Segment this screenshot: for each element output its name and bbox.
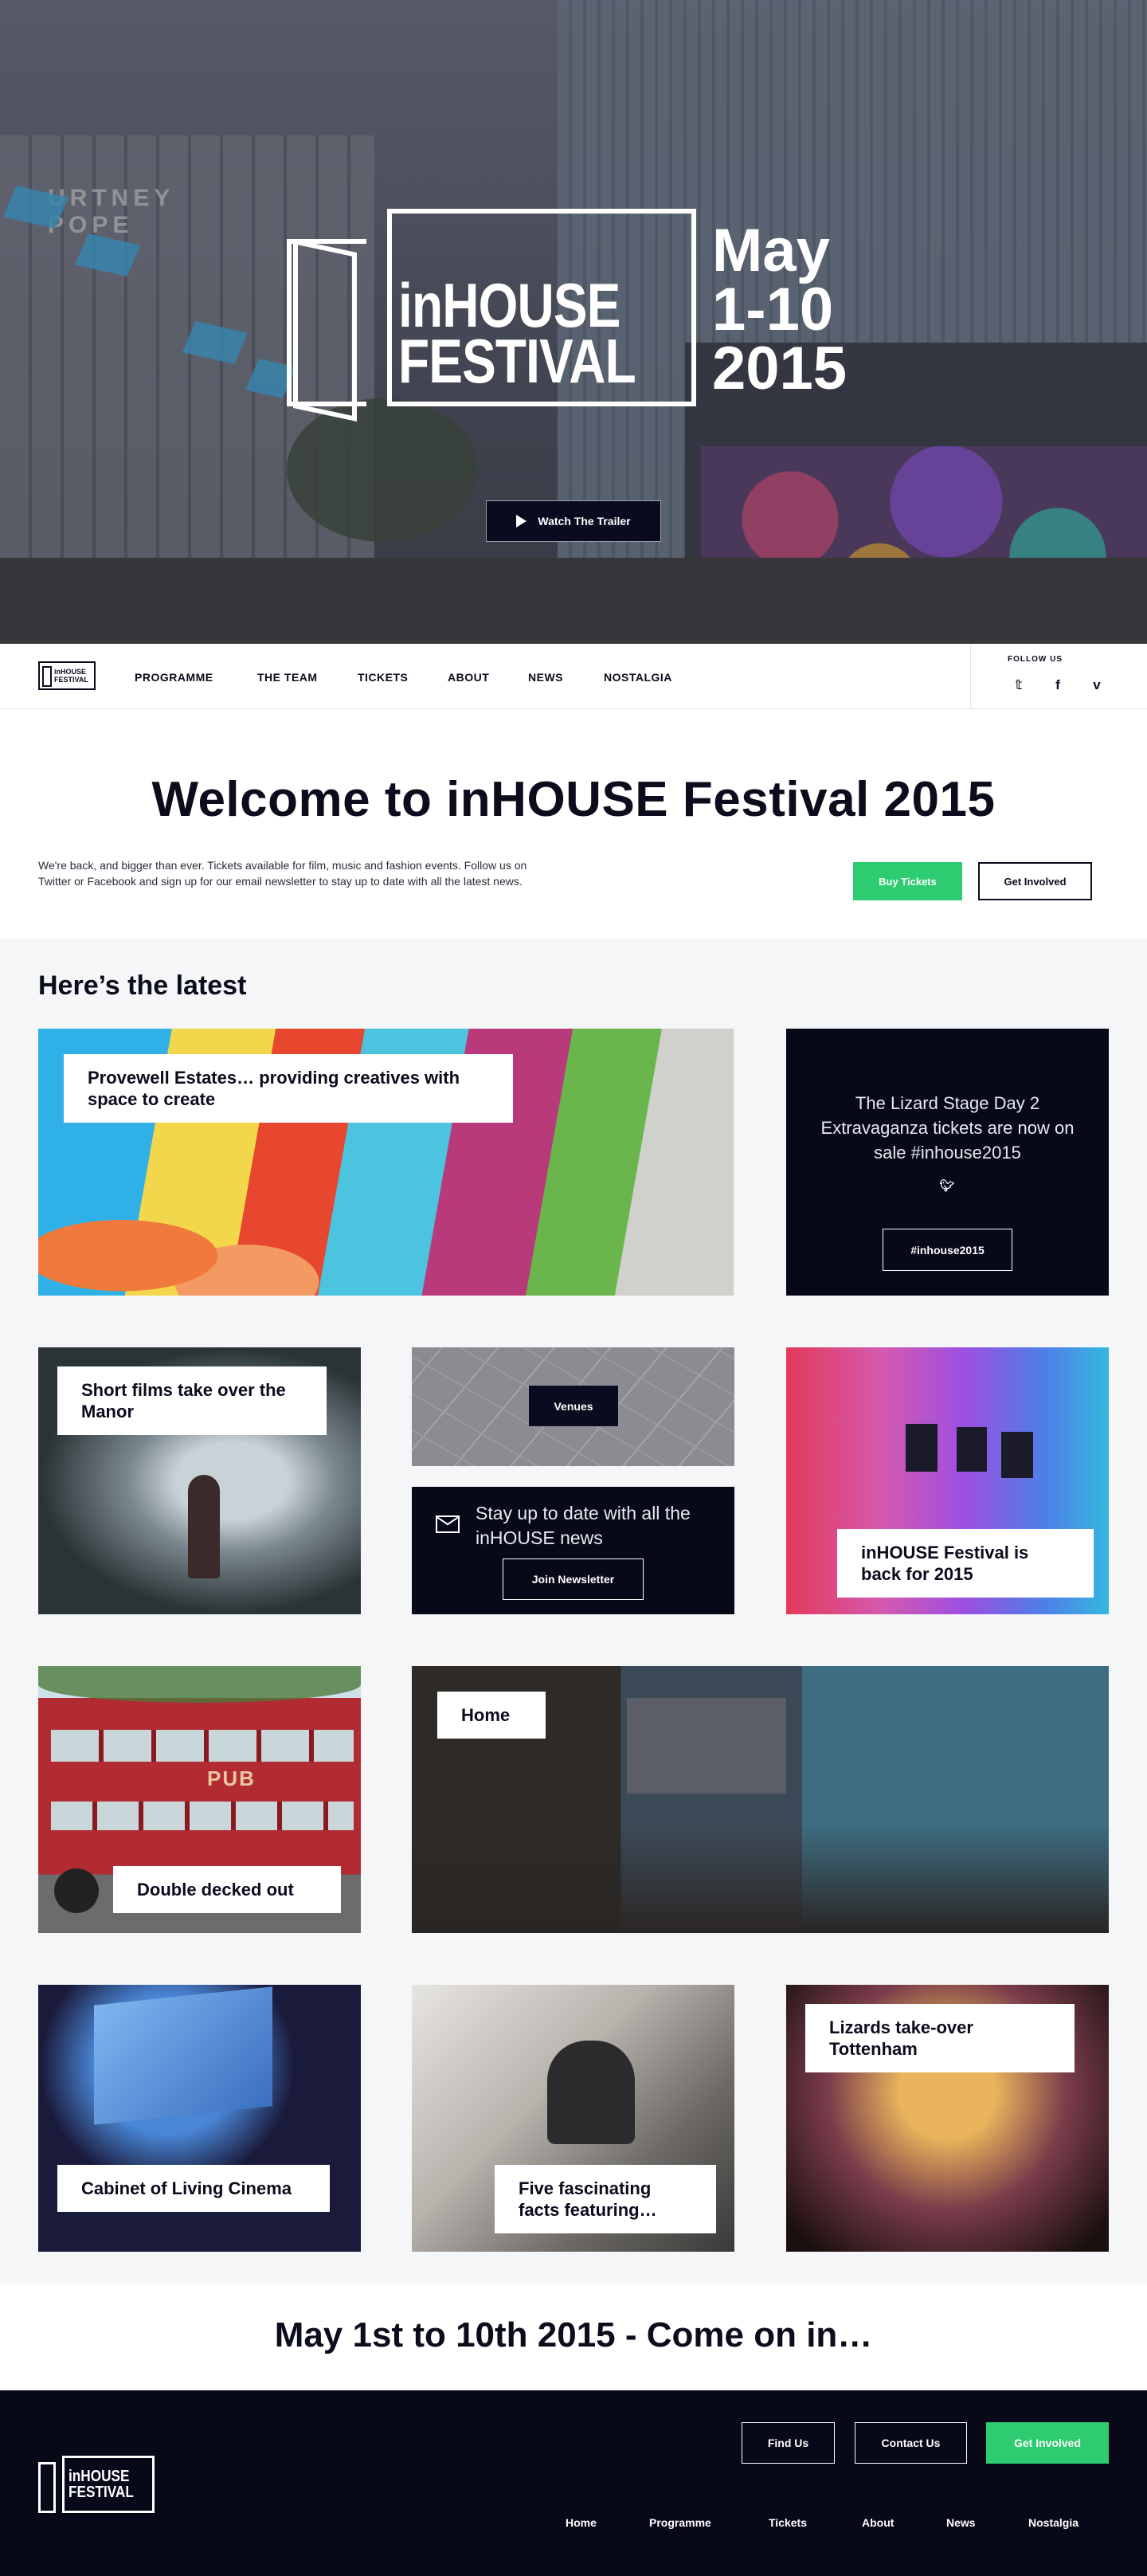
card-five-facts[interactable]: Five fascinating facts featuring… [412, 1985, 734, 2252]
find-us-button[interactable]: Find Us [742, 2422, 835, 2464]
card-label: Lizards take-over Tottenham [805, 2004, 1075, 2072]
footer-link-about[interactable]: About [862, 2516, 894, 2529]
bottom-tagline: May 1st to 10th 2015 - Come on in… [274, 2315, 873, 2354]
hero-date-days: 1-10 [712, 276, 834, 343]
envelope-icon [436, 1515, 460, 1533]
footer [0, 2390, 1147, 2576]
buy-tickets-button[interactable]: Buy Tickets [853, 862, 962, 900]
follow-us-label: FOLLOW US [1008, 655, 1063, 664]
footer-link-nostalgia[interactable]: Nostalgia [1028, 2516, 1078, 2529]
card-newsletter: Stay up to date with all the inHOUSE new… [412, 1487, 734, 1614]
nav-item-about[interactable]: ABOUT [448, 671, 489, 684]
bus-sign: PUB [207, 1766, 256, 1790]
card-label: Five fascinating facts featuring… [495, 2165, 716, 2233]
card-cabinet-cinema[interactable]: Cabinet of Living Cinema [38, 1985, 361, 2252]
facebook-icon[interactable]: f [1048, 676, 1067, 695]
nav-item-tickets[interactable]: TICKETS [358, 671, 408, 684]
logo-line-2: FESTIVAL [398, 326, 636, 396]
logo-wordmark: inHOUSE FESTIVAL [398, 270, 636, 396]
nav-item-news[interactable]: NEWS [528, 671, 563, 684]
footer-link-news[interactable]: News [946, 2516, 976, 2529]
door-icon [38, 2462, 56, 2513]
tree-canopy [38, 1666, 361, 1703]
card-label: inHOUSE Festival is back for 2015 [837, 1529, 1094, 1598]
welcome-title: Welcome to inHOUSE Festival 2015 [151, 772, 996, 827]
latest-title: Here’s the latest [38, 970, 247, 1001]
get-involved-button[interactable]: Get Involved [978, 862, 1092, 900]
hero-dates: May 1-10 2015 [712, 217, 848, 402]
lizard-stage-text: The Lizard Stage Day 2 Extravaganza tick… [820, 1093, 1075, 1163]
footer-logo[interactable]: inHOUSE FESTIVAL [38, 2456, 155, 2515]
hero-logo: inHOUSE FESTIVAL [287, 209, 696, 422]
watch-trailer-label: Watch The Trailer [538, 515, 631, 527]
figure-silhouette [188, 1475, 220, 1578]
card-venues-map[interactable]: Venues [412, 1347, 734, 1466]
welcome-text: We're back, and bigger than ever. Ticket… [38, 859, 527, 888]
footer-logo-line-1: inHOUSE [69, 2468, 130, 2485]
hero-date-month: May [712, 217, 830, 284]
nav-item-the-team[interactable]: THE TEAM [257, 671, 318, 684]
twitter-icon[interactable]: 𝕥 [1009, 676, 1028, 695]
street-buildings [627, 1698, 786, 1794]
card-lizards-tottenham[interactable]: Lizards take-over Tottenham [786, 1985, 1109, 2252]
card-lizard-stage: The Lizard Stage Day 2 Extravaganza tick… [786, 1029, 1109, 1296]
person-silhouette [547, 2041, 635, 2144]
street-ground [412, 1825, 1109, 1933]
footer-logo-wordmark: inHOUSE FESTIVAL [69, 2468, 134, 2500]
hero-date-year: 2015 [712, 335, 848, 402]
card-label: Short films take over the Manor [57, 1366, 327, 1435]
card-double-decked[interactable]: PUB Double decked out [38, 1666, 361, 1933]
footer-link-tickets[interactable]: Tickets [769, 2516, 807, 2529]
footer-logo-line-2: FESTIVAL [69, 2484, 134, 2501]
footer-get-involved-button[interactable]: Get Involved [986, 2422, 1109, 2464]
cinema-screen [94, 1986, 272, 2125]
card-label: Cabinet of Living Cinema [57, 2165, 330, 2212]
footer-link-programme[interactable]: Programme [649, 2516, 711, 2529]
card-provewell[interactable]: Provewell Estates… providing creatives w… [38, 1029, 734, 1296]
play-icon [516, 515, 527, 527]
card-label: Home [437, 1692, 546, 1739]
nav-logo-wordmark: inHOUSE FESTIVAL [54, 668, 88, 684]
card-short-films[interactable]: Short films take over the Manor [38, 1347, 361, 1614]
twitter-icon: 🐦︎ [939, 1179, 955, 1193]
card-label: Double decked out [113, 1866, 341, 1913]
hero-banner: URTNEY POPE inHOUSE FESTIVAL May 1-10 20… [0, 0, 1147, 644]
bus-wheel [54, 1868, 99, 1913]
nav-item-nostalgia[interactable]: NOSTALGIA [604, 671, 672, 684]
bus-upper-windows [51, 1730, 354, 1762]
gallery-frame [957, 1427, 987, 1472]
follow-us: FOLLOW US 𝕥 f v [970, 644, 1147, 709]
gallery-frame [906, 1424, 938, 1472]
card-label: Provewell Estates… providing creatives w… [64, 1054, 513, 1123]
footer-link-home[interactable]: Home [566, 2516, 597, 2529]
join-newsletter-button[interactable]: Join Newsletter [503, 1559, 644, 1600]
logo-line-1: inHOUSE [398, 270, 620, 340]
card-home[interactable]: Home [412, 1666, 1109, 1933]
vimeo-icon[interactable]: v [1087, 676, 1106, 695]
bus-lower-windows [51, 1802, 354, 1830]
nav-logo-line-2: FESTIVAL [54, 676, 88, 684]
nav-logo-line-1: inHOUSE [54, 668, 87, 676]
door-icon [42, 666, 52, 687]
nav-logo[interactable]: inHOUSE FESTIVAL [38, 661, 96, 690]
watch-trailer-button[interactable]: Watch The Trailer [486, 500, 661, 542]
card-back-2015[interactable]: inHOUSE Festival is back for 2015 [786, 1347, 1109, 1614]
nav-item-programme[interactable]: PROGRAMME [135, 671, 213, 684]
newsletter-text: Stay up to date with all the inHOUSE new… [476, 1503, 691, 1548]
door-leaf-icon [293, 239, 357, 422]
venues-button[interactable]: Venues [528, 1385, 619, 1427]
hashtag-button[interactable]: #inhouse2015 [883, 1229, 1012, 1271]
contact-us-button[interactable]: Contact Us [855, 2422, 967, 2464]
gallery-frame [1001, 1432, 1033, 1478]
